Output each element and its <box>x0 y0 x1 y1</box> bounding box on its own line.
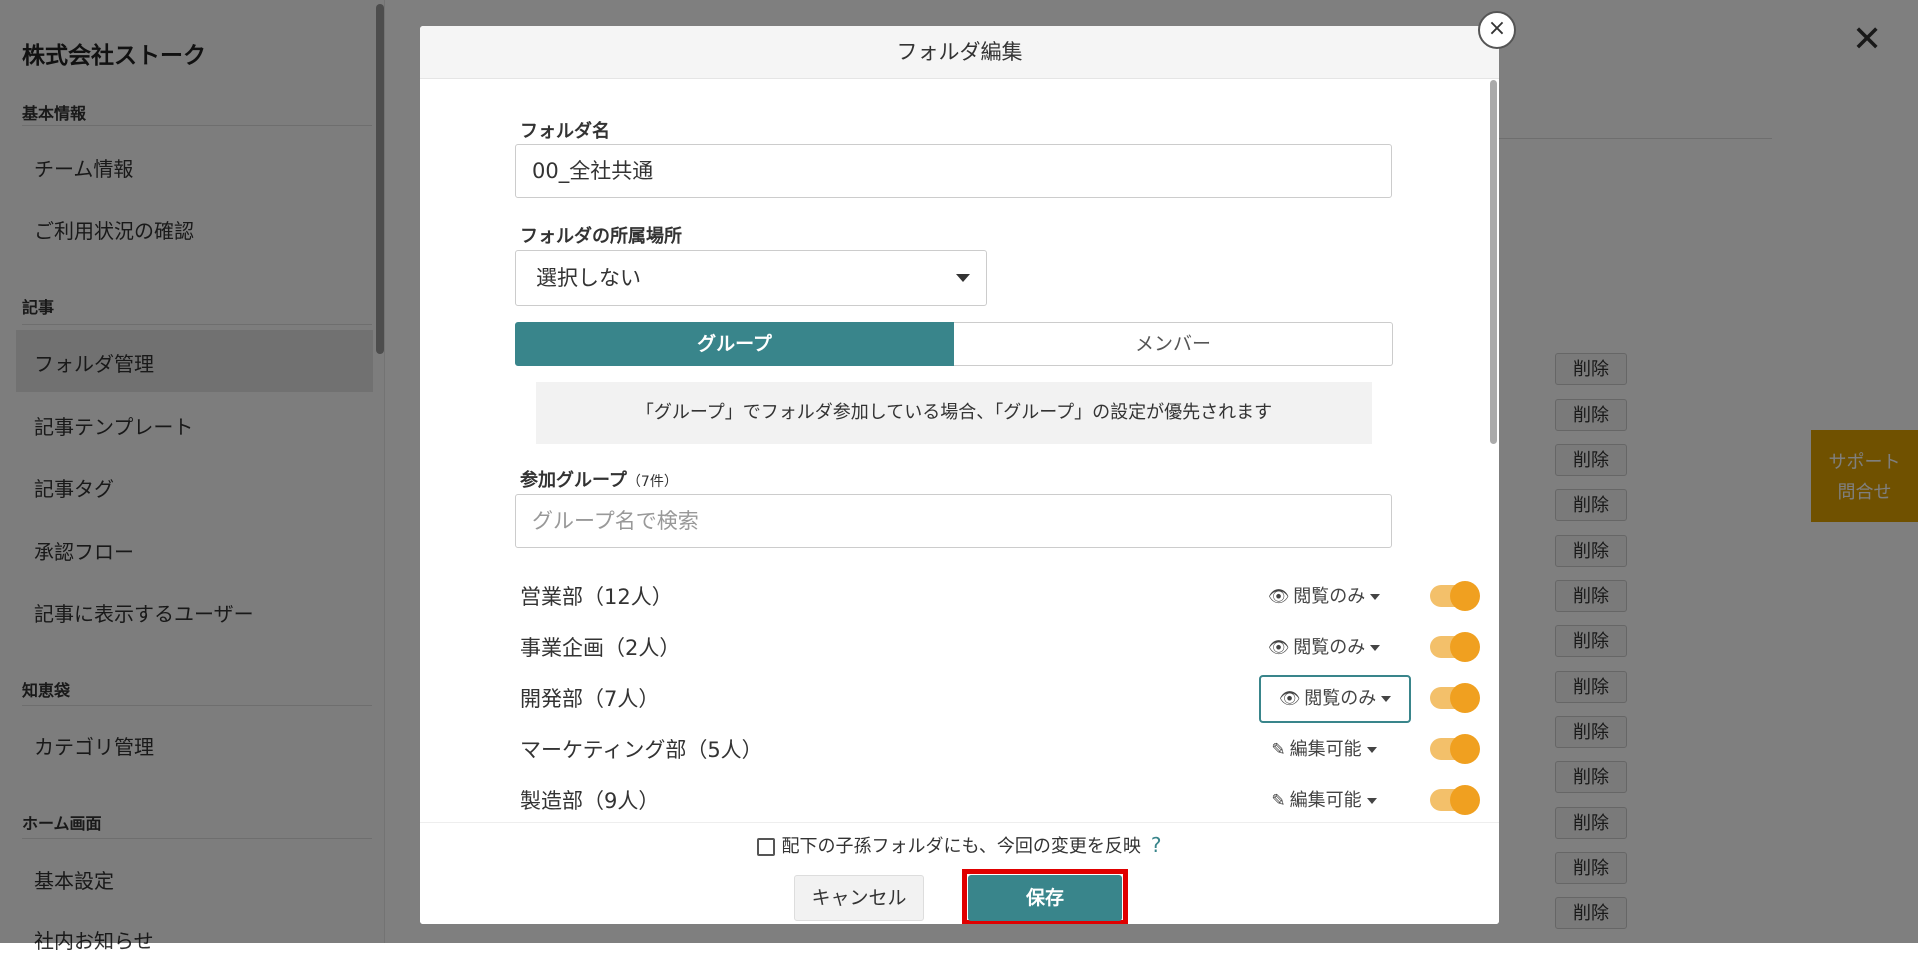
group-search-input[interactable]: グループ名で検索 <box>515 494 1392 548</box>
group-row: マーケティング部（5人） ✎ 編集可能 <box>520 730 1480 770</box>
permission-dropdown[interactable]: 👁 閲覧のみ <box>1260 628 1388 668</box>
group-name: マーケティング部（5人） <box>520 738 763 762</box>
cancel-button[interactable]: キャンセル <box>794 875 924 921</box>
permission-label: 編集可能 <box>1289 739 1362 760</box>
permission-label: 閲覧のみ <box>1293 586 1366 607</box>
priority-notice: 「グループ」でフォルダ参加している場合、「グループ」の設定が優先されます <box>536 382 1372 444</box>
apply-children-option: 配下の子孫フォルダにも、今回の変更を反映? <box>420 831 1499 861</box>
parent-folder-select[interactable]: 選択しない <box>515 250 987 306</box>
chevron-down-icon <box>1381 696 1392 702</box>
chevron-down-icon <box>1366 798 1377 804</box>
dialog-scrollbar[interactable] <box>1490 80 1497 444</box>
save-button[interactable]: 保存 <box>968 875 1122 921</box>
chevron-down-icon <box>1366 747 1377 753</box>
group-row: 事業企画（2人） 👁 閲覧のみ <box>520 628 1480 668</box>
eye-icon: 👁 <box>1267 587 1290 607</box>
dialog-footer: 配下の子孫フォルダにも、今回の変更を反映? キャンセル 保存 <box>420 822 1499 924</box>
group-enabled-toggle[interactable] <box>1430 632 1480 662</box>
group-name: 営業部（12人） <box>520 585 673 609</box>
group-row: 開発部（7人） 👁 閲覧のみ <box>520 675 1480 723</box>
permission-dropdown[interactable]: 👁 閲覧のみ <box>1259 675 1411 723</box>
folder-edit-dialog: フォルダ編集 フォルダ名 00_全社共通 フォルダの所属場所 選択しない グルー… <box>420 26 1499 924</box>
pencil-icon: ✎ <box>1271 740 1286 760</box>
folder-name-label: フォルダ名 <box>520 121 610 142</box>
groups-label-text: 参加グループ <box>520 470 627 491</box>
toggle-knob <box>1450 632 1480 662</box>
chevron-down-icon <box>1370 645 1381 651</box>
permission-label: 閲覧のみ <box>1293 637 1366 658</box>
pencil-icon: ✎ <box>1271 791 1286 811</box>
tab-group[interactable]: グループ <box>515 322 954 366</box>
folder-name-input[interactable]: 00_全社共通 <box>515 144 1392 198</box>
group-row: 営業部（12人） 👁 閲覧のみ <box>520 577 1480 617</box>
close-icon[interactable]: × <box>1478 11 1516 49</box>
chevron-down-icon <box>1370 594 1381 600</box>
dialog-title: フォルダ編集 <box>420 26 1499 79</box>
toggle-knob <box>1450 734 1480 764</box>
chevron-down-icon <box>956 274 970 282</box>
group-enabled-toggle[interactable] <box>1430 683 1480 713</box>
toggle-knob <box>1450 683 1480 713</box>
permission-dropdown[interactable]: 👁 閲覧のみ <box>1260 577 1388 617</box>
groups-count: （7件） <box>626 474 678 490</box>
eye-icon: 👁 <box>1267 638 1290 658</box>
group-enabled-toggle[interactable] <box>1430 785 1480 815</box>
toggle-knob <box>1450 581 1480 611</box>
permission-label: 閲覧のみ <box>1304 688 1377 709</box>
permission-dropdown[interactable]: ✎ 編集可能 <box>1260 781 1388 821</box>
apply-children-label[interactable]: 配下の子孫フォルダにも、今回の変更を反映 <box>781 836 1140 857</box>
permission-dropdown[interactable]: ✎ 編集可能 <box>1260 730 1388 770</box>
group-enabled-toggle[interactable] <box>1430 734 1480 764</box>
permission-label: 編集可能 <box>1289 790 1362 811</box>
parent-folder-label: フォルダの所属場所 <box>520 226 682 247</box>
group-name: 事業企画（2人） <box>520 636 681 660</box>
group-name: 開発部（7人） <box>520 687 660 711</box>
groups-label: 参加グループ（7件） <box>520 466 678 492</box>
help-icon[interactable]: ? <box>1151 833 1162 857</box>
toggle-knob <box>1450 785 1480 815</box>
eye-icon: 👁 <box>1278 689 1301 709</box>
tab-member[interactable]: メンバー <box>954 322 1393 366</box>
group-name: 製造部（9人） <box>520 789 660 813</box>
parent-folder-value: 選択しない <box>536 266 641 290</box>
apply-children-checkbox[interactable] <box>757 838 776 856</box>
group-row: 製造部（9人） ✎ 編集可能 <box>520 781 1480 821</box>
group-enabled-toggle[interactable] <box>1430 581 1480 611</box>
